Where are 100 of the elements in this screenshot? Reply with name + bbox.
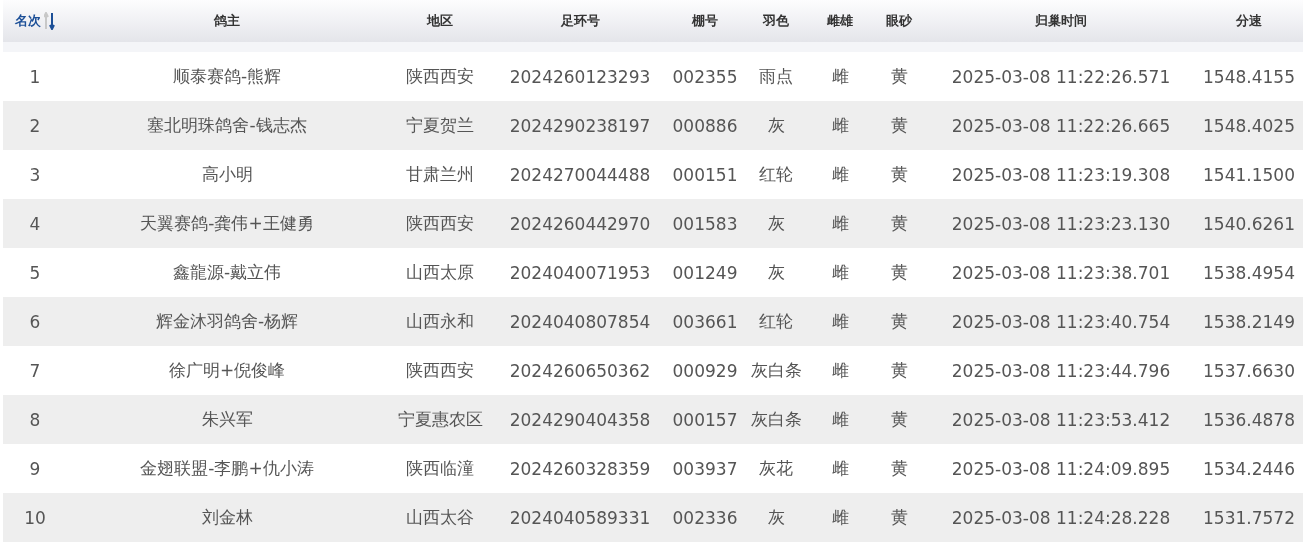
table-cell: 2025-03-08 11:23:40.754 — [951, 311, 1171, 332]
table-cell: 2024040807854 — [509, 311, 651, 332]
column-header: 足环号 — [560, 12, 600, 30]
column-header: 眼砂 — [886, 12, 912, 30]
table-cell: 001249 — [672, 262, 738, 283]
table-cell: 000886 — [672, 115, 738, 136]
table-cell: 灰 — [767, 212, 785, 235]
table-cell: 红轮 — [759, 310, 793, 333]
table-cell: 1548.4025 — [1203, 115, 1295, 136]
table-cell: 1534.2446 — [1203, 458, 1295, 479]
table-cell: 1540.6261 — [1203, 213, 1295, 234]
table-cell: 徐广明+倪俊峰 — [168, 359, 286, 382]
table-cell: 2025-03-08 11:23:19.308 — [951, 164, 1171, 185]
table-cell: 1536.4878 — [1203, 409, 1295, 430]
table-cell: 2024260442970 — [509, 213, 651, 234]
table-cell: 天翼赛鸽-龚伟+王健勇 — [140, 212, 314, 235]
table-cell: 雨点 — [759, 65, 793, 88]
table-cell: 山西太谷 — [406, 506, 474, 529]
table-cell: 2025-03-08 11:24:09.895 — [951, 458, 1171, 479]
column-header: 羽色 — [763, 12, 789, 30]
table-cell: 2024270044488 — [509, 164, 651, 185]
sort-icon[interactable] — [43, 12, 56, 30]
table-cell: 雌 — [831, 261, 849, 284]
table-cell: 朱兴军 — [201, 408, 253, 431]
table-cell: 2025-03-08 11:23:23.130 — [951, 213, 1171, 234]
table-cell: 9 — [29, 458, 41, 479]
table-cell: 雌 — [831, 65, 849, 88]
table-cell: 2025-03-08 11:23:44.796 — [951, 360, 1171, 381]
table-cell: 003937 — [672, 458, 738, 479]
table-cell: 黄 — [890, 457, 908, 480]
table-cell: 2025-03-08 11:24:28.228 — [951, 507, 1171, 528]
table-cell: 2024260650362 — [509, 360, 651, 381]
table-cell: 雌 — [831, 310, 849, 333]
table-cell: 8 — [29, 409, 41, 430]
table-cell: 2024040589331 — [509, 507, 651, 528]
table-cell: 黄 — [890, 114, 908, 137]
table-cell: 1541.1500 — [1203, 164, 1295, 185]
column-header: 雌雄 — [827, 12, 853, 30]
table-cell: 黄 — [890, 506, 908, 529]
column-header: 鸽主 — [214, 12, 240, 30]
table-cell: 7 — [29, 360, 41, 381]
table-cell: 高小明 — [201, 163, 253, 186]
table-cell: 2025-03-08 11:23:38.701 — [951, 262, 1171, 283]
column-header: 分速 — [1236, 12, 1262, 30]
table-cell: 000151 — [672, 164, 738, 185]
column-header[interactable]: 名次 — [14, 12, 56, 30]
table-cell: 1 — [29, 66, 41, 87]
table-cell: 1548.4155 — [1203, 66, 1295, 87]
table-cell: 灰 — [767, 114, 785, 137]
table-cell: 000157 — [672, 409, 738, 430]
table-cell: 灰白条 — [750, 408, 802, 431]
table-cell: 1538.2149 — [1203, 311, 1295, 332]
table-cell: 2025-03-08 11:22:26.665 — [951, 115, 1171, 136]
table-cell: 陕西西安 — [406, 359, 474, 382]
table-cell: 黄 — [890, 310, 908, 333]
table-cell: 雌 — [831, 457, 849, 480]
table-cell: 5 — [29, 262, 41, 283]
column-header: 归巢时间 — [1035, 12, 1087, 30]
table-cell: 金翅联盟-李鹏+仇小涛 — [140, 457, 314, 480]
table-cell: 000929 — [672, 360, 738, 381]
table-cell: 宁夏贺兰 — [406, 114, 474, 137]
table-cell: 雌 — [831, 212, 849, 235]
table-cell: 宁夏惠农区 — [397, 408, 483, 431]
table-cell: 陕西临潼 — [406, 457, 474, 480]
table-cell: 2025-03-08 11:22:26.571 — [951, 66, 1171, 87]
table-cell: 雌 — [831, 359, 849, 382]
table-cell: 10 — [24, 507, 46, 528]
table-cell: 黄 — [890, 261, 908, 284]
table-cell: 2025-03-08 11:23:53.412 — [951, 409, 1171, 430]
table-cell: 2024290238197 — [509, 115, 651, 136]
table-cell: 顺泰赛鸽-熊辉 — [172, 65, 282, 88]
column-header: 地区 — [427, 12, 453, 30]
table-cell: 黄 — [890, 212, 908, 235]
table-cell: 塞北明珠鸽舍-钱志杰 — [147, 114, 307, 137]
table-cell: 甘肃兰州 — [406, 163, 474, 186]
table-cell: 002336 — [672, 507, 738, 528]
table-cell: 2024260328359 — [509, 458, 651, 479]
table-cell: 003661 — [672, 311, 738, 332]
table-cell: 灰花 — [759, 457, 793, 480]
table-cell: 雌 — [831, 506, 849, 529]
table-cell: 山西太原 — [406, 261, 474, 284]
table-cell: 黄 — [890, 65, 908, 88]
table-cell: 黄 — [890, 163, 908, 186]
table-cell: 2024040071953 — [509, 262, 651, 283]
table-cell: 1531.7572 — [1203, 507, 1295, 528]
table-cell: 辉金沐羽鸽舍-杨辉 — [155, 310, 299, 333]
table-cell: 灰白条 — [750, 359, 802, 382]
table-cell: 刘金林 — [201, 506, 253, 529]
table-cell: 黄 — [890, 359, 908, 382]
table-cell: 黄 — [890, 408, 908, 431]
table-cell: 002355 — [672, 66, 738, 87]
table-cell: 3 — [29, 164, 41, 185]
table-cell: 灰 — [767, 506, 785, 529]
table-cell: 陕西西安 — [406, 65, 474, 88]
table-cell: 陕西西安 — [406, 212, 474, 235]
table-cell: 1538.4954 — [1203, 262, 1295, 283]
table-cell: 001583 — [672, 213, 738, 234]
table-cell: 4 — [29, 213, 41, 234]
table-cell: 鑫龍源-戴立伟 — [172, 261, 282, 284]
table-cell: 6 — [29, 311, 41, 332]
